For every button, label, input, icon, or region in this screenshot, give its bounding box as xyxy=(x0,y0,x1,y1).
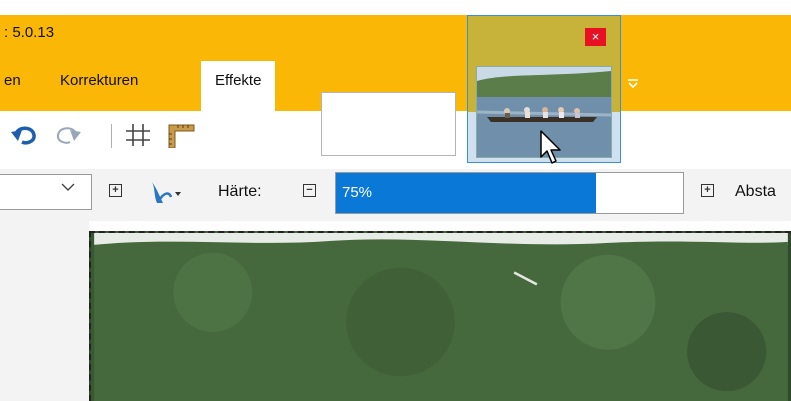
hardness-slider-fill xyxy=(336,173,597,213)
dropdown-popup xyxy=(321,92,456,156)
image-canvas[interactable] xyxy=(89,231,791,401)
canvas-foliage xyxy=(94,233,788,401)
brush-icon[interactable] xyxy=(147,179,181,205)
menu-item-korrekturen[interactable]: Korrekturen xyxy=(60,61,138,111)
toolbar-separator xyxy=(111,124,112,148)
hardness-value: 75% xyxy=(342,184,373,201)
undo-icon[interactable] xyxy=(10,122,40,148)
grid-icon[interactable] xyxy=(124,122,152,148)
decrease-hardness-icon[interactable]: − xyxy=(303,184,316,197)
overflow-icon[interactable] xyxy=(626,77,640,91)
menu-item-ansichten[interactable]: en xyxy=(4,61,21,111)
close-button[interactable]: × xyxy=(585,28,606,46)
mouse-cursor-icon xyxy=(540,130,561,164)
increase-hardness-icon[interactable]: + xyxy=(701,184,714,197)
title-bar: : 5.0.13 xyxy=(0,15,791,53)
spacing-label: Absta xyxy=(735,183,776,200)
expand-plus-icon[interactable]: + xyxy=(109,184,122,197)
tool-combobox[interactable] xyxy=(0,174,92,210)
redo-icon[interactable] xyxy=(52,122,82,148)
ruler-icon[interactable] xyxy=(166,122,196,148)
hardness-slider[interactable]: 75% xyxy=(335,172,684,214)
hardness-label: Härte: xyxy=(218,183,262,200)
menu-item-effekte[interactable]: Effekte xyxy=(201,61,276,111)
window-title: : 5.0.13 xyxy=(4,24,55,41)
chevron-down-icon xyxy=(61,183,75,191)
canvas-gutter xyxy=(0,221,89,401)
